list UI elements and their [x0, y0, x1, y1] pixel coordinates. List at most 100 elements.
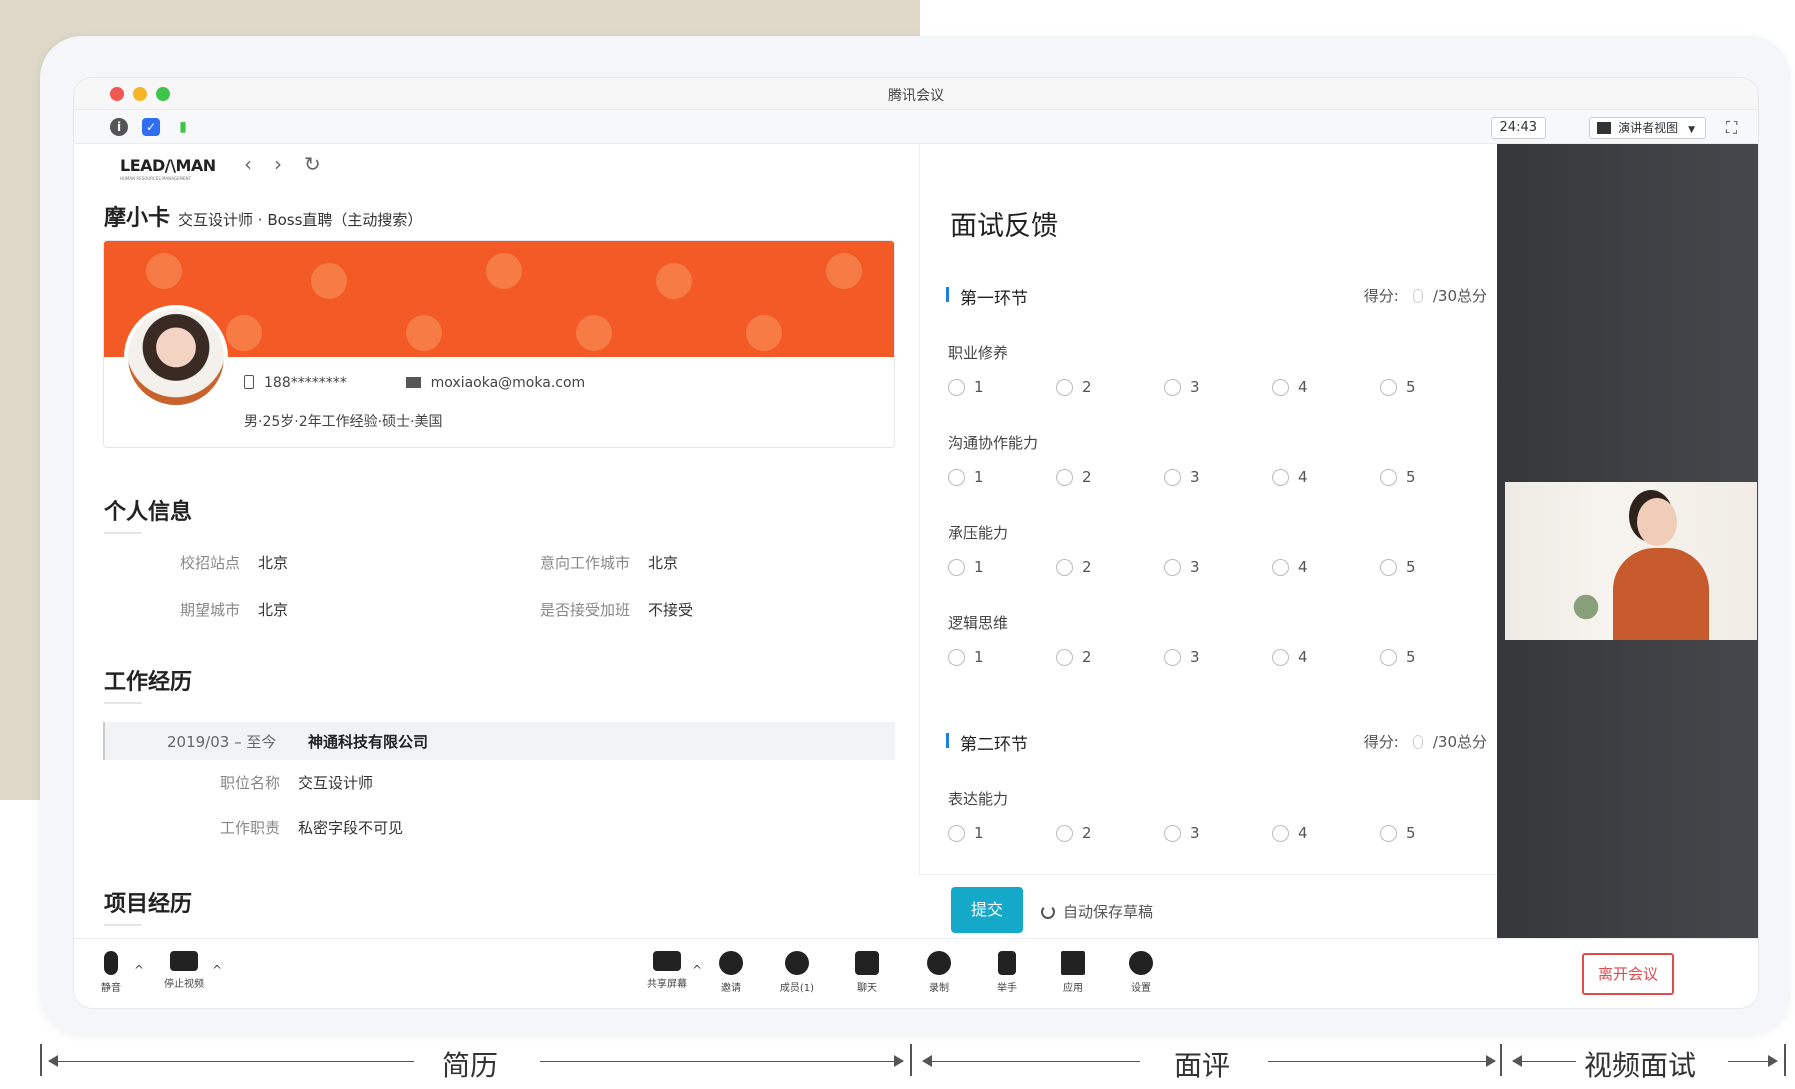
- chevron-up-icon[interactable]: ^: [692, 963, 702, 977]
- rating-option[interactable]: 3: [1164, 558, 1272, 576]
- field-label: 工作职责: [220, 819, 281, 837]
- apps-button[interactable]: 应用: [1048, 951, 1098, 994]
- mute-button[interactable]: 静音 ^: [86, 951, 144, 994]
- leave-meeting-button[interactable]: 离开会议: [1582, 953, 1674, 995]
- criterion-label: 承压能力: [948, 524, 1009, 542]
- rating-option[interactable]: 1: [948, 378, 1056, 396]
- radio-circle[interactable]: [948, 558, 965, 576]
- submit-button[interactable]: 提交: [951, 887, 1023, 933]
- rating-option[interactable]: 4: [1272, 558, 1380, 576]
- radio-circle[interactable]: [1164, 824, 1181, 842]
- rating-option[interactable]: 5: [1380, 824, 1488, 842]
- settings-button[interactable]: 设置: [1116, 951, 1166, 994]
- radio-circle[interactable]: [1164, 558, 1181, 576]
- radio-circle[interactable]: [1056, 378, 1073, 396]
- radio-circle[interactable]: [1380, 468, 1397, 486]
- invite-button[interactable]: 邀请: [706, 951, 756, 994]
- radio-circle[interactable]: [1380, 648, 1397, 666]
- score-input[interactable]: [1412, 735, 1423, 749]
- caption-tick: [1500, 1044, 1502, 1076]
- signal-icon[interactable]: ▮: [174, 118, 192, 136]
- rating-option[interactable]: 1: [948, 648, 1056, 666]
- section-title-personal: 个人信息: [104, 500, 193, 525]
- rating-option[interactable]: 4: [1272, 378, 1380, 396]
- rating-option[interactable]: 4: [1272, 468, 1380, 486]
- rating-value: 3: [1190, 824, 1200, 842]
- radio-circle[interactable]: [1272, 468, 1289, 486]
- rating-value: 1: [974, 558, 984, 576]
- rating-option[interactable]: 1: [948, 558, 1056, 576]
- radio-circle[interactable]: [948, 468, 965, 486]
- rating-option[interactable]: 2: [1056, 648, 1164, 666]
- radio-circle[interactable]: [1056, 824, 1073, 842]
- rating-option[interactable]: 3: [1164, 824, 1272, 842]
- stage-label: 第二环节: [960, 735, 1028, 755]
- invite-label: 邀请: [721, 983, 741, 994]
- candidate-summary: 男·25岁·2年工作经验·硕士·美国: [244, 414, 443, 430]
- fullscreen-icon[interactable]: ⛶: [1726, 118, 1744, 137]
- rating-option[interactable]: 3: [1164, 378, 1272, 396]
- rating-option[interactable]: 5: [1380, 558, 1488, 576]
- work-entry-header: 2019/03 – 至今 神通科技有限公司: [103, 722, 895, 760]
- radio-circle[interactable]: [948, 824, 965, 842]
- rating-value: 3: [1190, 558, 1200, 576]
- feedback-title: 面试反馈: [950, 211, 1058, 242]
- radio-circle[interactable]: [1272, 558, 1289, 576]
- radio-circle[interactable]: [1272, 824, 1289, 842]
- score-label: 得分:: [1363, 733, 1399, 751]
- radio-circle[interactable]: [1056, 648, 1073, 666]
- chevron-up-icon[interactable]: ^: [134, 963, 144, 977]
- rating-option[interactable]: 3: [1164, 648, 1272, 666]
- chat-label: 聊天: [857, 983, 877, 994]
- rating-group: 1 2 3 4 5: [948, 468, 1488, 486]
- rating-option[interactable]: 2: [1056, 558, 1164, 576]
- rating-value: 1: [974, 468, 984, 486]
- microphone-icon: [104, 951, 118, 975]
- radio-circle[interactable]: [1380, 378, 1397, 396]
- radio-circle[interactable]: [1056, 558, 1073, 576]
- rating-option[interactable]: 3: [1164, 468, 1272, 486]
- chat-button[interactable]: 聊天: [842, 951, 892, 994]
- rating-option[interactable]: 2: [1056, 378, 1164, 396]
- rating-option[interactable]: 5: [1380, 378, 1488, 396]
- criterion-label: 职业修养: [948, 344, 1009, 362]
- share-screen-button[interactable]: 共享屏幕 ^: [640, 951, 702, 990]
- radio-circle[interactable]: [1164, 648, 1181, 666]
- radio-circle[interactable]: [1056, 468, 1073, 486]
- raise-hand-button[interactable]: 举手: [982, 951, 1032, 994]
- back-icon[interactable]: ‹: [244, 152, 252, 176]
- members-button[interactable]: 成员(1): [772, 951, 822, 994]
- rating-option[interactable]: 2: [1056, 824, 1164, 842]
- radio-circle[interactable]: [948, 378, 965, 396]
- rating-value: 3: [1190, 378, 1200, 396]
- radio-circle[interactable]: [1380, 558, 1397, 576]
- rating-option[interactable]: 5: [1380, 648, 1488, 666]
- participant-video-tile[interactable]: [1505, 482, 1757, 640]
- caption-tick: [40, 1044, 42, 1076]
- radio-circle[interactable]: [1164, 468, 1181, 486]
- chevron-up-icon[interactable]: ^: [212, 963, 222, 977]
- stage-1-score: 得分: /30总分: [1364, 285, 1487, 306]
- arrow-right-icon: [1768, 1055, 1778, 1067]
- rating-option[interactable]: 4: [1272, 824, 1380, 842]
- rating-option[interactable]: 1: [948, 468, 1056, 486]
- radio-circle[interactable]: [1380, 824, 1397, 842]
- stop-video-button[interactable]: 停止视频 ^: [154, 951, 222, 990]
- radio-circle[interactable]: [1272, 648, 1289, 666]
- record-button[interactable]: 录制: [914, 951, 964, 994]
- refresh-icon[interactable]: ↻: [304, 152, 321, 176]
- rating-option[interactable]: 1: [948, 824, 1056, 842]
- rating-option[interactable]: 4: [1272, 648, 1380, 666]
- field-expected-city: 期望城市 北京: [180, 599, 288, 620]
- radio-circle[interactable]: [1164, 378, 1181, 396]
- radio-circle[interactable]: [948, 648, 965, 666]
- rating-option[interactable]: 5: [1380, 468, 1488, 486]
- view-mode-dropdown[interactable]: 演讲者视图 ▼: [1589, 117, 1706, 139]
- phone-number: 188********: [264, 375, 347, 391]
- shield-icon[interactable]: ✓: [142, 118, 160, 136]
- forward-icon[interactable]: ›: [274, 152, 282, 176]
- info-icon[interactable]: i: [110, 118, 128, 136]
- score-input[interactable]: [1412, 289, 1423, 303]
- radio-circle[interactable]: [1272, 378, 1289, 396]
- rating-option[interactable]: 2: [1056, 468, 1164, 486]
